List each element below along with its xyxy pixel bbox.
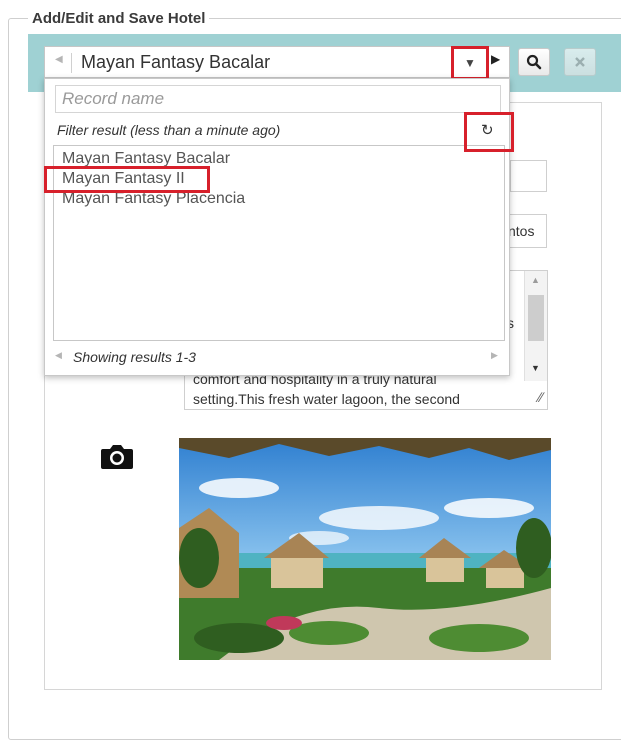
left-arrow-icon[interactable]: ◀ (55, 350, 62, 361)
search-icon (526, 54, 542, 70)
scroll-up-icon[interactable]: ▲ (531, 275, 540, 285)
form-field-2-value: ntos (508, 223, 535, 239)
left-arrow-icon[interactable]: ◀ (55, 54, 63, 65)
camera-icon[interactable] (100, 441, 134, 471)
scroll-down-icon[interactable]: ▼ (531, 363, 540, 373)
record-search-popup: Record name Filter result (less than a m… (44, 78, 510, 376)
combo-separator (71, 53, 72, 73)
results-footer-text: Showing results 1-3 (73, 349, 196, 365)
right-arrow-icon[interactable]: ▶ (491, 350, 498, 361)
form-field-1[interactable] (510, 160, 547, 192)
dropdown-highlight-box (451, 46, 489, 80)
result-highlight-box (44, 166, 210, 193)
form-field-2[interactable]: ntos (505, 214, 547, 248)
hotel-photo (179, 438, 551, 660)
textarea-scrollbar[interactable]: ▲ ▼ (524, 271, 547, 381)
filter-result-text: Filter result (less than a minute ago) (57, 122, 281, 138)
search-button[interactable] (518, 48, 550, 76)
hotel-record-combobox[interactable]: ◀ Mayan Fantasy Bacalar ▼ (44, 46, 510, 78)
fieldset-legend: Add/Edit and Save Hotel (28, 10, 210, 27)
resize-grip-icon[interactable]: ∕∕ (538, 389, 543, 405)
right-arrow-icon[interactable]: ▶ (491, 52, 500, 66)
close-icon (575, 57, 585, 67)
scroll-thumb[interactable] (528, 295, 544, 341)
combo-selected-value: Mayan Fantasy Bacalar (81, 52, 271, 72)
refresh-highlight-box (464, 112, 514, 152)
clear-button[interactable] (564, 48, 596, 76)
record-name-input[interactable]: Record name (55, 85, 501, 113)
description-line: setting.This fresh water lagoon, the sec… (193, 391, 460, 407)
